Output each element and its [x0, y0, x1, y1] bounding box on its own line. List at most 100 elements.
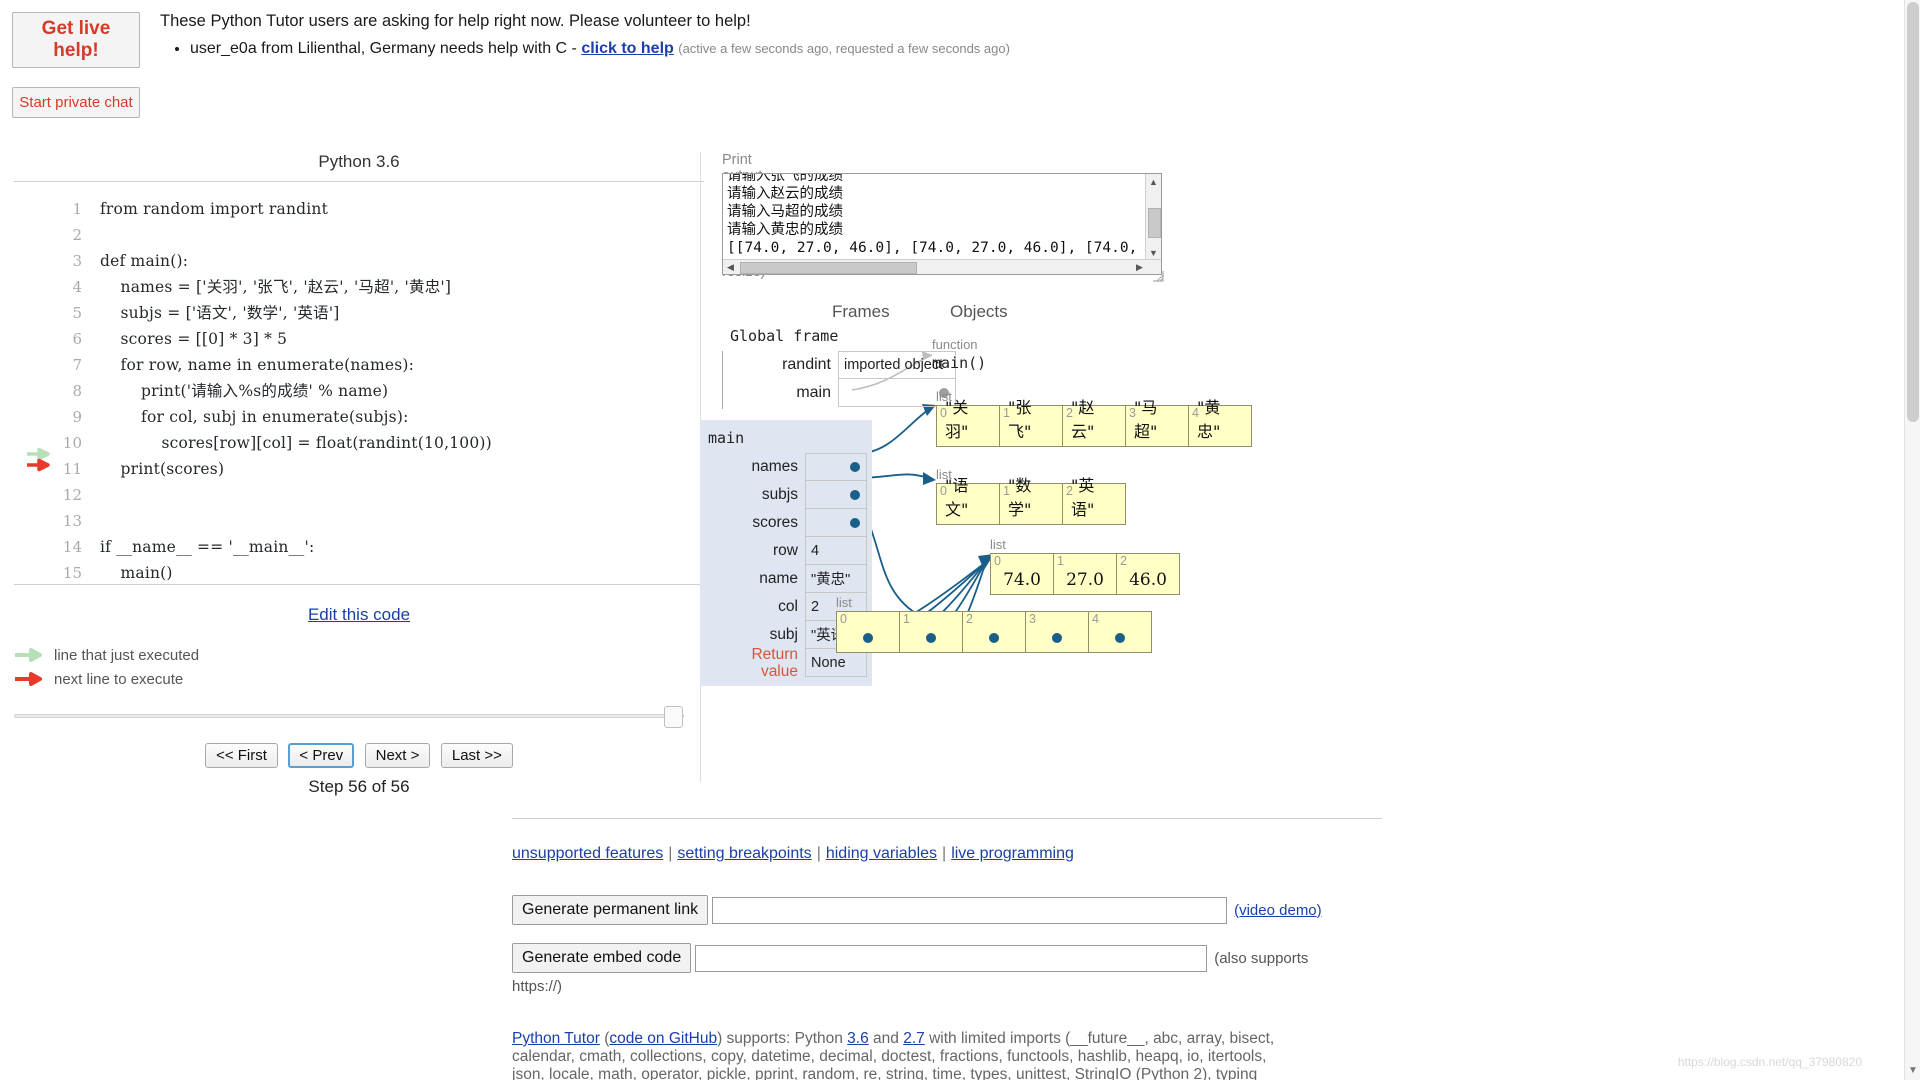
list-cell: 0"语文" — [937, 484, 1000, 525]
red-next-line-arrow-icon — [26, 458, 54, 473]
code-line-arrow-cell — [14, 266, 56, 292]
outer-list-type-label: list — [836, 595, 1152, 610]
code-line-text: main() — [82, 564, 173, 582]
vertical-scroll-thumb[interactable] — [1148, 208, 1161, 238]
permanent-link-row: Generate permanent link (video demo) — [512, 895, 1322, 925]
help-buttons: Get live help! Start private chat — [12, 12, 144, 118]
step-counter-label: Step 56 of 56 — [14, 777, 704, 797]
list-cell-pointer — [1089, 612, 1151, 652]
code-line-arrow-cell — [14, 552, 56, 578]
click-to-help-link[interactable]: click to help — [581, 40, 673, 57]
list-cell: 2"英语" — [1063, 484, 1126, 525]
list-cell-index: 0 — [940, 484, 947, 498]
inner-list-type-label: list — [990, 537, 1180, 552]
pointer-dot-icon — [1052, 633, 1062, 643]
python-36-link[interactable]: 3.6 — [847, 1030, 869, 1047]
slider-handle[interactable] — [664, 706, 683, 728]
list-cell-index: 2 — [1066, 484, 1073, 498]
start-private-chat-button[interactable]: Start private chat — [12, 87, 140, 118]
legend-row-executed: line that just executed — [14, 643, 704, 667]
print-output-vertical-scrollbar[interactable]: ▲ ▼ — [1145, 174, 1161, 260]
generate-embed-code-button[interactable]: Generate embed code — [512, 943, 691, 973]
list-cell: 246.0 — [1117, 554, 1180, 595]
red-arrow-icon — [14, 672, 48, 686]
code-line-arrow-cell — [14, 188, 56, 214]
frame-variable-row: names — [700, 453, 872, 481]
python-tutor-link[interactable]: Python Tutor — [512, 1030, 600, 1047]
prev-step-button[interactable]: < Prev — [288, 743, 354, 768]
code-line: 6 scores = [[0] * 3] * 5 — [14, 318, 704, 344]
list-cell: 0 — [837, 612, 900, 653]
documentation-links: unsupported features | setting breakpoints… — [512, 845, 1074, 863]
code-line-number[interactable]: 15 — [56, 564, 82, 582]
list-cell-index: 1 — [1003, 484, 1010, 498]
code-line: 2 — [14, 214, 704, 240]
code-line: 7 for row, name in enumerate(names): — [14, 344, 704, 370]
list-cell-pointer — [1026, 612, 1088, 652]
embed-code-input[interactable] — [695, 945, 1207, 972]
permanent-link-input[interactable] — [712, 897, 1227, 924]
doc-link-setting-breakpoints[interactable]: setting breakpoints — [677, 845, 811, 862]
print-output-horizontal-scrollbar[interactable]: ◀ ▶ — [723, 259, 1162, 274]
help-request-list: user_e0a from Lilienthal, Germany needs … — [160, 38, 1010, 60]
list-cell-index: 0 — [994, 554, 1001, 568]
pointer-dot-icon — [850, 462, 860, 472]
about-line-3: json, locale, math, operator, pickle, pp… — [512, 1066, 1392, 1080]
last-step-button[interactable]: Last >> — [441, 743, 513, 768]
video-demo-link[interactable]: (video demo) — [1234, 902, 1322, 919]
page-scroll-down-icon[interactable]: ▼ — [1908, 1065, 1918, 1076]
code-line: 3def main(): — [14, 240, 704, 266]
frame-variable-name: Returnvalue — [700, 649, 805, 677]
doc-link-unsupported-features[interactable]: unsupported features — [512, 845, 663, 862]
edit-this-code-link[interactable]: Edit this code — [308, 605, 410, 624]
names-list-table: 0"关羽"1"张飞"2"赵云"3"马超"4"黄忠" — [936, 405, 1252, 447]
frame-variable-value — [805, 509, 867, 537]
print-output-box[interactable]: 请输入张飞的成绩 请输入赵云的成绩 请输入马超的成绩 请输入黄忠的成绩 [[74… — [722, 173, 1162, 275]
scroll-down-icon[interactable]: ▼ — [1146, 245, 1161, 260]
scroll-left-icon[interactable]: ◀ — [723, 260, 738, 274]
names-list-object: list 0"关羽"1"张飞"2"赵云"3"马超"4"黄忠" — [936, 389, 1252, 447]
list-cell: 1"张飞" — [1000, 406, 1063, 447]
frame-variable-name: name — [700, 565, 805, 593]
pointer-dot-icon — [850, 518, 860, 528]
doc-link-separator: | — [668, 845, 672, 862]
first-step-button[interactable]: << First — [205, 743, 278, 768]
frame-variable-row: randintimported object — [723, 351, 956, 379]
slider-track[interactable] — [14, 714, 684, 718]
list-cell: 4 — [1089, 612, 1152, 653]
code-line-arrow-cell — [14, 370, 56, 396]
generate-permanent-link-button[interactable]: Generate permanent link — [512, 895, 708, 925]
code-line: 11 print(scores) — [14, 448, 704, 474]
page-scrollbar[interactable]: ▼ — [1904, 0, 1920, 1080]
execution-slider[interactable] — [14, 705, 684, 727]
list-cell-index: 3 — [1129, 406, 1136, 420]
scroll-right-icon[interactable]: ▶ — [1132, 260, 1147, 274]
code-on-github-link[interactable]: code on GitHub — [609, 1030, 717, 1047]
list-row: 01234 — [837, 612, 1152, 653]
subjs-list-table: 0"语文"1"数学"2"英语" — [936, 483, 1126, 525]
next-step-button[interactable]: Next > — [365, 743, 431, 768]
code-line: 15 main() — [14, 552, 704, 578]
resize-grip-icon[interactable] — [1152, 269, 1164, 281]
pointer-dot-icon — [989, 633, 999, 643]
global-frame-title: Global frame — [722, 327, 956, 351]
python-27-link[interactable]: 2.7 — [903, 1030, 925, 1047]
scroll-up-icon[interactable]: ▲ — [1146, 174, 1161, 189]
list-cell: 074.0 — [991, 554, 1054, 595]
get-live-help-button[interactable]: Get live help! — [12, 12, 140, 68]
horizontal-scroll-thumb[interactable] — [740, 262, 917, 274]
list-cell: 1 — [900, 612, 963, 653]
doc-link-live-programming[interactable]: live programming — [951, 845, 1074, 862]
frame-variable-name: subjs — [700, 481, 805, 509]
arrow-legend: line that just executed next line to exe… — [14, 643, 704, 691]
video-demo-note: (video demo) — [1234, 902, 1322, 919]
code-line-arrow-cell — [14, 500, 56, 526]
doc-link-hiding-variables[interactable]: hiding variables — [826, 845, 937, 862]
code-line: 9 for col, subj in enumerate(subjs): — [14, 396, 704, 422]
list-cell: 0"关羽" — [937, 406, 1000, 447]
frame-variable-name: col — [700, 593, 805, 621]
page-scroll-thumb[interactable] — [1907, 2, 1919, 422]
help-headline: These Python Tutor users are asking for … — [160, 10, 1010, 32]
frame-variable-row: scores — [700, 509, 872, 537]
help-request-item: user_e0a from Lilienthal, Germany needs … — [190, 38, 1010, 60]
